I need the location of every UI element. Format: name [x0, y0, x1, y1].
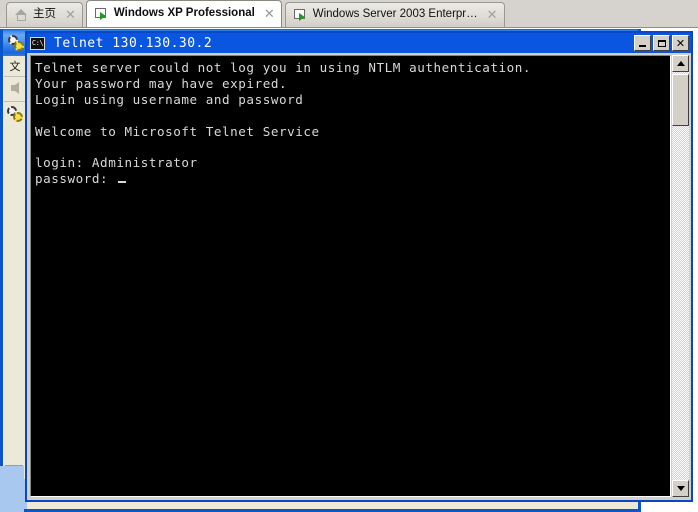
tab-home[interactable]: 主页 ✕ — [6, 2, 83, 27]
tab-windows-server-2003[interactable]: Windows Server 2003 Enterpr… ✕ — [284, 2, 505, 27]
vm-monitor-icon — [94, 8, 109, 20]
scroll-up-icon — [676, 61, 685, 66]
tab-label: Windows Server 2003 Enterpr… — [312, 8, 478, 21]
scroll-down-icon — [676, 486, 685, 491]
telnet-body: Telnet server could not log you in using… — [27, 53, 691, 500]
tab-close-icon[interactable]: ✕ — [65, 9, 76, 22]
scroll-down-button[interactable] — [672, 480, 689, 497]
tab-close-icon[interactable]: ✕ — [487, 9, 498, 22]
tab-close-icon[interactable]: ✕ — [264, 8, 275, 21]
telnet-titlebar[interactable]: C:\ Telnet 130.130.30.2 ✕ — [27, 33, 691, 53]
telnet-window-title: Telnet 130.130.30.2 — [54, 35, 213, 51]
gear-icon — [8, 34, 24, 51]
tab-label: 主页 — [33, 8, 56, 21]
toolbar-text-button[interactable]: 文 — [4, 56, 26, 77]
telnet-window-controls: ✕ — [634, 35, 689, 51]
telnet-minimize-button[interactable] — [634, 35, 651, 51]
browser-tab-bar: 主页 ✕ Windows XP Professional ✕ Windows S… — [0, 0, 698, 28]
desktop-background — [0, 466, 24, 512]
telnet-vertical-scrollbar[interactable] — [672, 55, 689, 497]
telnet-maximize-button[interactable] — [653, 35, 670, 51]
console-prompt-glyph: C:\ — [31, 38, 44, 47]
telnet-console[interactable]: Telnet server could not log you in using… — [30, 55, 671, 497]
screen: 主页 ✕ Windows XP Professional ✕ Windows S… — [0, 0, 698, 512]
tab-windows-xp-professional[interactable]: Windows XP Professional ✕ — [85, 0, 282, 27]
telnet-window: C:\ Telnet 130.130.30.2 ✕ Telnet server … — [25, 31, 693, 502]
tab-label: Windows XP Professional — [113, 7, 255, 20]
vm-monitor-icon — [293, 9, 308, 21]
home-icon — [15, 9, 28, 21]
close-icon: ✕ — [675, 36, 686, 50]
console-output: Telnet server could not log you in using… — [35, 60, 532, 187]
scroll-up-button[interactable] — [672, 55, 689, 72]
services-left-panel: 文 — [3, 56, 27, 509]
back-button[interactable] — [4, 77, 26, 99]
services-gear-icon — [7, 106, 25, 124]
scrollbar-thumb[interactable] — [672, 74, 689, 126]
back-arrow-icon — [11, 82, 19, 94]
toolbar-divider — [4, 101, 26, 102]
console-cursor — [118, 181, 127, 184]
telnet-close-button[interactable]: ✕ — [672, 35, 689, 51]
console-icon: C:\ — [30, 36, 45, 50]
